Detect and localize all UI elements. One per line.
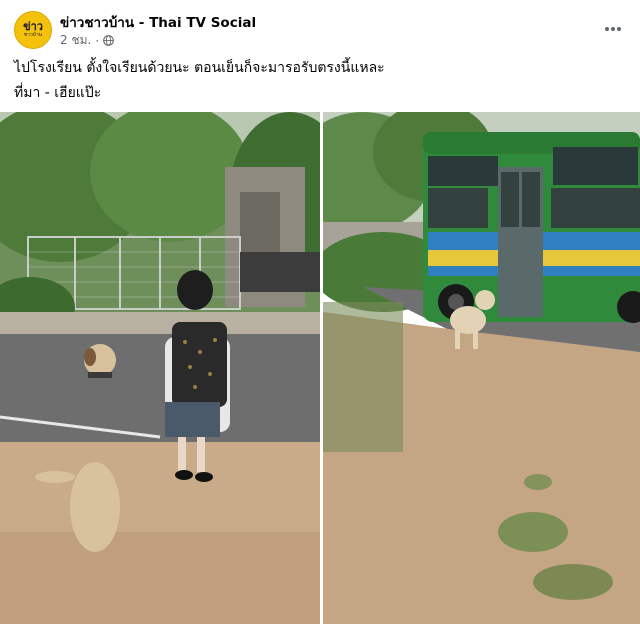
more-horizontal-icon — [605, 27, 621, 31]
post-text-line-1: ไปโรงเรียน ตั้งใจเรียนด้วยนะ ตอนเย็นก็จะ… — [14, 60, 385, 76]
post-meta: 2 ชม. · — [60, 31, 115, 50]
post-header: ข่าว ชาวบ้าน ข่าวชาวบ้าน - Thai TV Socia… — [0, 0, 640, 56]
photo-grid — [0, 112, 640, 624]
post-text-line-2: ที่มา - เฮียแป๊ะ — [14, 85, 102, 101]
post-message: ไปโรงเรียน ตั้งใจเรียนด้วยนะ ตอนเย็นก็จะ… — [14, 56, 626, 106]
avatar-logo-sub: ชาวบ้าน — [23, 32, 43, 38]
photo-dog-and-bus[interactable] — [323, 112, 640, 624]
avatar-logo-main: ข่าว — [23, 20, 43, 33]
globe-icon — [103, 35, 115, 46]
more-options-button[interactable] — [600, 16, 626, 42]
photo-girl-and-dog[interactable] — [0, 112, 320, 624]
meta-separator: · — [95, 33, 100, 48]
page-avatar[interactable]: ข่าว ชาวบ้าน — [14, 11, 52, 49]
post-time[interactable]: 2 ชม. — [60, 31, 91, 50]
page-name-link[interactable]: ข่าวชาวบ้าน - Thai TV Social — [60, 11, 256, 33]
